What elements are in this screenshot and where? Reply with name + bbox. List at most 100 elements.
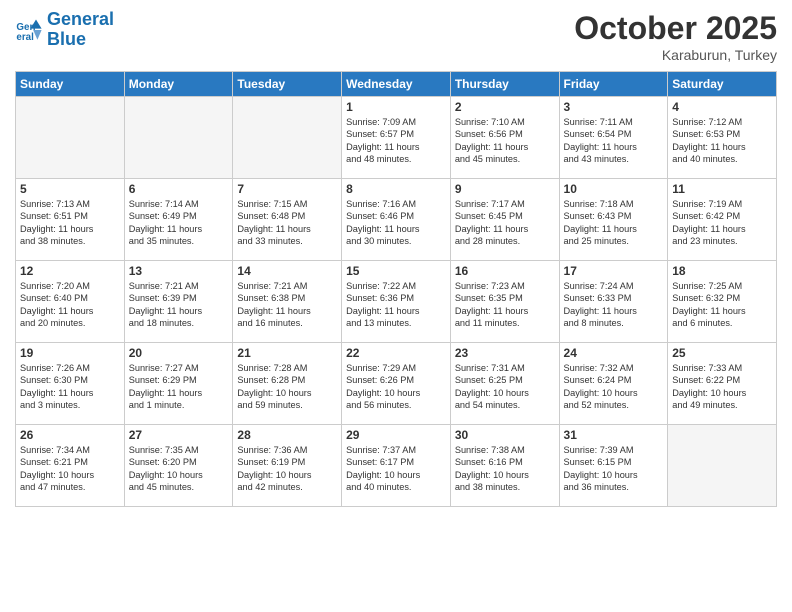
day-number: 7 bbox=[237, 182, 337, 196]
calendar-cell: 19 Sunrise: 7:26 AM Sunset: 6:30 PM Dayli… bbox=[16, 343, 125, 425]
calendar-cell: 25 Sunrise: 7:33 AM Sunset: 6:22 PM Dayli… bbox=[668, 343, 777, 425]
calendar-header: SundayMondayTuesdayWednesdayThursdayFrid… bbox=[16, 72, 777, 97]
calendar-cell bbox=[16, 97, 125, 179]
day-number: 4 bbox=[672, 100, 772, 114]
day-number: 25 bbox=[672, 346, 772, 360]
day-number: 15 bbox=[346, 264, 446, 278]
day-info: Sunrise: 7:16 AM Sunset: 6:46 PM Dayligh… bbox=[346, 198, 446, 248]
day-info: Sunrise: 7:33 AM Sunset: 6:22 PM Dayligh… bbox=[672, 362, 772, 412]
calendar-week-2: 5 Sunrise: 7:13 AM Sunset: 6:51 PM Daylig… bbox=[16, 179, 777, 261]
day-info: Sunrise: 7:18 AM Sunset: 6:43 PM Dayligh… bbox=[564, 198, 664, 248]
calendar-cell bbox=[668, 425, 777, 507]
logo-icon: Gen eral bbox=[15, 16, 43, 44]
day-number: 17 bbox=[564, 264, 664, 278]
calendar-cell: 12 Sunrise: 7:20 AM Sunset: 6:40 PM Dayli… bbox=[16, 261, 125, 343]
day-number: 16 bbox=[455, 264, 555, 278]
calendar-cell: 13Sunrise: 7:21 AM Sunset: 6:39 PM Dayli… bbox=[124, 261, 233, 343]
day-number: 2 bbox=[455, 100, 555, 114]
calendar-page: Gen eral GeneralBlue October 2025 Karabu… bbox=[0, 0, 792, 612]
calendar-cell: 8Sunrise: 7:16 AM Sunset: 6:46 PM Daylig… bbox=[342, 179, 451, 261]
calendar-cell: 17 Sunrise: 7:24 AM Sunset: 6:33 PM Dayli… bbox=[559, 261, 668, 343]
calendar-cell: 28Sunrise: 7:36 AM Sunset: 6:19 PM Dayli… bbox=[233, 425, 342, 507]
calendar-cell: 10 Sunrise: 7:18 AM Sunset: 6:43 PM Dayli… bbox=[559, 179, 668, 261]
calendar-week-4: 19 Sunrise: 7:26 AM Sunset: 6:30 PM Dayli… bbox=[16, 343, 777, 425]
day-info: Sunrise: 7:28 AM Sunset: 6:28 PM Dayligh… bbox=[237, 362, 337, 412]
day-number: 21 bbox=[237, 346, 337, 360]
logo: Gen eral GeneralBlue bbox=[15, 10, 114, 50]
calendar-cell: 26 Sunrise: 7:34 AM Sunset: 6:21 PM Dayli… bbox=[16, 425, 125, 507]
calendar-cell: 2 Sunrise: 7:10 AM Sunset: 6:56 PM Daylig… bbox=[450, 97, 559, 179]
calendar-cell: 23Sunrise: 7:31 AM Sunset: 6:25 PM Dayli… bbox=[450, 343, 559, 425]
day-number: 30 bbox=[455, 428, 555, 442]
day-info: Sunrise: 7:36 AM Sunset: 6:19 PM Dayligh… bbox=[237, 444, 337, 494]
day-number: 24 bbox=[564, 346, 664, 360]
calendar-cell: 20 Sunrise: 7:27 AM Sunset: 6:29 PM Dayli… bbox=[124, 343, 233, 425]
weekday-header-saturday: Saturday bbox=[668, 72, 777, 97]
day-number: 23 bbox=[455, 346, 555, 360]
day-number: 11 bbox=[672, 182, 772, 196]
day-info: Sunrise: 7:27 AM Sunset: 6:29 PM Dayligh… bbox=[129, 362, 229, 412]
month-title: October 2025 bbox=[574, 10, 777, 47]
calendar-week-5: 26 Sunrise: 7:34 AM Sunset: 6:21 PM Dayli… bbox=[16, 425, 777, 507]
calendar-cell: 9Sunrise: 7:17 AM Sunset: 6:45 PM Daylig… bbox=[450, 179, 559, 261]
logo-text: GeneralBlue bbox=[47, 10, 114, 50]
location-subtitle: Karaburun, Turkey bbox=[574, 47, 777, 63]
calendar-cell: 5 Sunrise: 7:13 AM Sunset: 6:51 PM Daylig… bbox=[16, 179, 125, 261]
day-info: Sunrise: 7:13 AM Sunset: 6:51 PM Dayligh… bbox=[20, 198, 120, 248]
day-info: Sunrise: 7:23 AM Sunset: 6:35 PM Dayligh… bbox=[455, 280, 555, 330]
calendar-cell: 21 Sunrise: 7:28 AM Sunset: 6:28 PM Dayli… bbox=[233, 343, 342, 425]
weekday-row: SundayMondayTuesdayWednesdayThursdayFrid… bbox=[16, 72, 777, 97]
weekday-header-thursday: Thursday bbox=[450, 72, 559, 97]
day-number: 26 bbox=[20, 428, 120, 442]
day-info: Sunrise: 7:29 AM Sunset: 6:26 PM Dayligh… bbox=[346, 362, 446, 412]
calendar-cell bbox=[233, 97, 342, 179]
day-info: Sunrise: 7:10 AM Sunset: 6:56 PM Dayligh… bbox=[455, 116, 555, 166]
weekday-header-wednesday: Wednesday bbox=[342, 72, 451, 97]
calendar-cell: 1Sunrise: 7:09 AM Sunset: 6:57 PM Daylig… bbox=[342, 97, 451, 179]
day-number: 12 bbox=[20, 264, 120, 278]
day-number: 14 bbox=[237, 264, 337, 278]
calendar-body: 1Sunrise: 7:09 AM Sunset: 6:57 PM Daylig… bbox=[16, 97, 777, 507]
day-info: Sunrise: 7:24 AM Sunset: 6:33 PM Dayligh… bbox=[564, 280, 664, 330]
calendar-cell: 22 Sunrise: 7:29 AM Sunset: 6:26 PM Dayli… bbox=[342, 343, 451, 425]
day-info: Sunrise: 7:14 AM Sunset: 6:49 PM Dayligh… bbox=[129, 198, 229, 248]
day-info: Sunrise: 7:19 AM Sunset: 6:42 PM Dayligh… bbox=[672, 198, 772, 248]
calendar-cell: 11 Sunrise: 7:19 AM Sunset: 6:42 PM Dayli… bbox=[668, 179, 777, 261]
day-info: Sunrise: 7:37 AM Sunset: 6:17 PM Dayligh… bbox=[346, 444, 446, 494]
calendar-week-1: 1Sunrise: 7:09 AM Sunset: 6:57 PM Daylig… bbox=[16, 97, 777, 179]
day-number: 5 bbox=[20, 182, 120, 196]
day-info: Sunrise: 7:35 AM Sunset: 6:20 PM Dayligh… bbox=[129, 444, 229, 494]
calendar-cell: 3Sunrise: 7:11 AM Sunset: 6:54 PM Daylig… bbox=[559, 97, 668, 179]
day-number: 27 bbox=[129, 428, 229, 442]
day-number: 1 bbox=[346, 100, 446, 114]
day-number: 19 bbox=[20, 346, 120, 360]
calendar-cell: 16 Sunrise: 7:23 AM Sunset: 6:35 PM Dayli… bbox=[450, 261, 559, 343]
day-info: Sunrise: 7:20 AM Sunset: 6:40 PM Dayligh… bbox=[20, 280, 120, 330]
weekday-header-monday: Monday bbox=[124, 72, 233, 97]
day-info: Sunrise: 7:11 AM Sunset: 6:54 PM Dayligh… bbox=[564, 116, 664, 166]
day-info: Sunrise: 7:15 AM Sunset: 6:48 PM Dayligh… bbox=[237, 198, 337, 248]
day-info: Sunrise: 7:34 AM Sunset: 6:21 PM Dayligh… bbox=[20, 444, 120, 494]
day-number: 20 bbox=[129, 346, 229, 360]
calendar-cell: 7 Sunrise: 7:15 AM Sunset: 6:48 PM Daylig… bbox=[233, 179, 342, 261]
day-info: Sunrise: 7:32 AM Sunset: 6:24 PM Dayligh… bbox=[564, 362, 664, 412]
calendar-week-3: 12 Sunrise: 7:20 AM Sunset: 6:40 PM Dayli… bbox=[16, 261, 777, 343]
weekday-header-sunday: Sunday bbox=[16, 72, 125, 97]
day-info: Sunrise: 7:22 AM Sunset: 6:36 PM Dayligh… bbox=[346, 280, 446, 330]
day-info: Sunrise: 7:12 AM Sunset: 6:53 PM Dayligh… bbox=[672, 116, 772, 166]
calendar-table: SundayMondayTuesdayWednesdayThursdayFrid… bbox=[15, 71, 777, 507]
calendar-cell: 14Sunrise: 7:21 AM Sunset: 6:38 PM Dayli… bbox=[233, 261, 342, 343]
day-number: 18 bbox=[672, 264, 772, 278]
title-block: October 2025 Karaburun, Turkey bbox=[574, 10, 777, 63]
calendar-cell: 15 Sunrise: 7:22 AM Sunset: 6:36 PM Dayli… bbox=[342, 261, 451, 343]
calendar-cell: 18Sunrise: 7:25 AM Sunset: 6:32 PM Dayli… bbox=[668, 261, 777, 343]
day-info: Sunrise: 7:26 AM Sunset: 6:30 PM Dayligh… bbox=[20, 362, 120, 412]
calendar-cell: 31 Sunrise: 7:39 AM Sunset: 6:15 PM Dayli… bbox=[559, 425, 668, 507]
day-number: 10 bbox=[564, 182, 664, 196]
calendar-cell: 6Sunrise: 7:14 AM Sunset: 6:49 PM Daylig… bbox=[124, 179, 233, 261]
day-number: 31 bbox=[564, 428, 664, 442]
day-info: Sunrise: 7:38 AM Sunset: 6:16 PM Dayligh… bbox=[455, 444, 555, 494]
day-info: Sunrise: 7:39 AM Sunset: 6:15 PM Dayligh… bbox=[564, 444, 664, 494]
day-number: 22 bbox=[346, 346, 446, 360]
calendar-cell: 30 Sunrise: 7:38 AM Sunset: 6:16 PM Dayli… bbox=[450, 425, 559, 507]
